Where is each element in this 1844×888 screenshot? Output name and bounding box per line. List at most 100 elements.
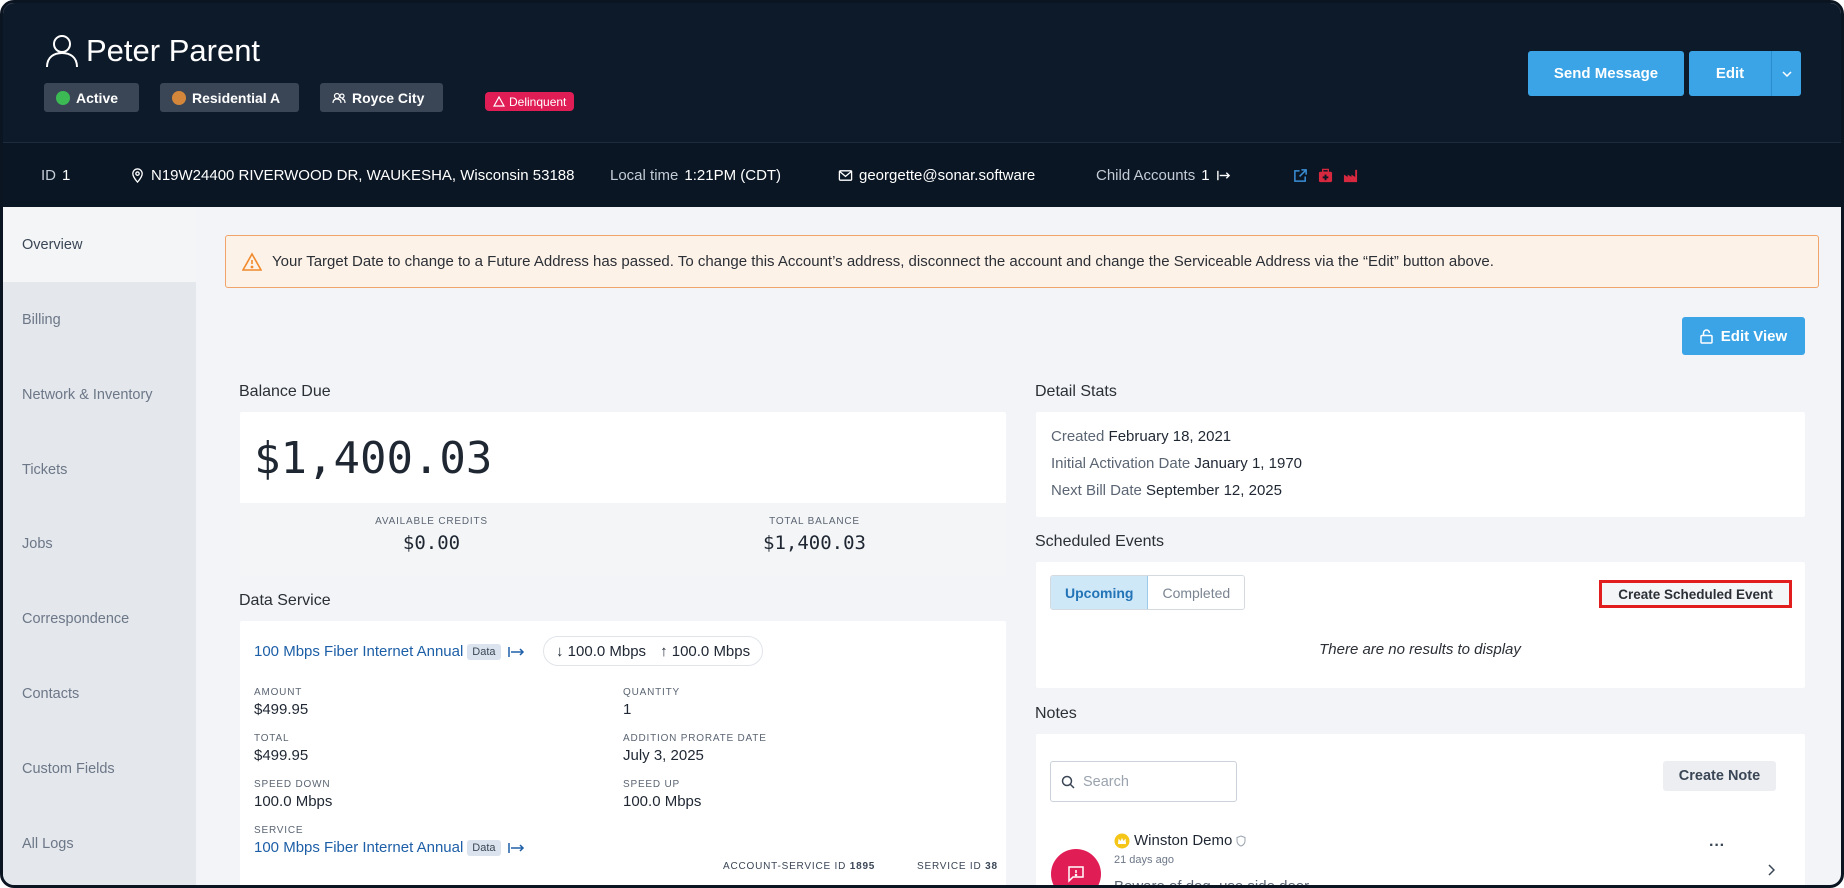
account-service-id: ACCOUNT-SERVICE ID 1895 xyxy=(723,861,875,872)
account-group-badge: Royce City xyxy=(320,83,443,112)
available-credits-label: AVAILABLE CREDITS xyxy=(375,516,488,527)
create-scheduled-event-button[interactable]: Create Scheduled Event xyxy=(1599,580,1792,608)
account-type-label: Residential A xyxy=(192,89,281,106)
local-time: Local time 1:21PM (CDT) xyxy=(610,143,781,208)
account-info-bar: ID 1 N19W24400 RIVERWOOD DR, WAUKESHA, W… xyxy=(3,142,1841,207)
warning-icon xyxy=(493,96,505,107)
arrow-right-to-icon[interactable] xyxy=(507,645,525,659)
sidebar-item-overview[interactable]: Overview xyxy=(3,207,196,282)
edit-view-label: Edit View xyxy=(1720,327,1788,345)
crown-icon xyxy=(1114,833,1130,848)
speed-down-field: SPEED DOWN 100.0 Mbps xyxy=(254,779,332,810)
sidebar-item-billing[interactable]: Billing xyxy=(3,282,196,357)
sidebar-item-all-logs[interactable]: All Logs xyxy=(3,806,196,881)
arrow-right-to-icon[interactable] xyxy=(507,841,525,855)
next-bill-stat: Next Bill Date September 12, 2025 xyxy=(1051,482,1282,499)
service-id-value: 38 xyxy=(985,861,998,872)
quantity-field: QUANTITY 1 xyxy=(623,687,680,718)
notes-title: Notes xyxy=(1035,705,1077,722)
scheduled-events-title: Scheduled Events xyxy=(1035,533,1164,550)
sidebar-item-label: Tickets xyxy=(22,461,68,478)
available-credits-value: $0.00 xyxy=(402,532,461,554)
service-label: SERVICE xyxy=(254,825,304,836)
more-options-icon[interactable]: ··· xyxy=(1709,837,1725,855)
mail-icon xyxy=(838,170,853,181)
service-field: SERVICE 100 Mbps Fiber Internet Annual D… xyxy=(254,825,525,856)
local-time-value: 1:21PM (CDT) xyxy=(684,167,782,184)
account-sidebar: Overview Billing Network & Inventory Tic… xyxy=(3,207,196,885)
sidebar-item-contacts[interactable]: Contacts xyxy=(3,656,196,731)
total-label: TOTAL xyxy=(254,733,290,744)
detail-stats-title: Detail Stats xyxy=(1035,383,1117,400)
sidebar-item-jobs[interactable]: Jobs xyxy=(3,506,196,581)
first-aid-kit-icon[interactable] xyxy=(1318,168,1333,183)
plan-link[interactable]: 100 Mbps Fiber Internet Annual xyxy=(254,643,463,660)
speed-down: ↓ 100.0 Mbps xyxy=(556,642,647,660)
total-value: $499.95 xyxy=(254,747,309,764)
empty-results-text: There are no results to display xyxy=(1319,641,1521,658)
balance-breakdown: AVAILABLE CREDITS $0.00 TOTAL BALANCE $1… xyxy=(240,503,1006,576)
delinquent-label: Delinquent xyxy=(509,94,567,109)
user-icon xyxy=(46,35,78,68)
tab-upcoming-label: Upcoming xyxy=(1065,584,1134,601)
edit-view-button[interactable]: Edit View xyxy=(1682,317,1805,355)
email-text: georgette@sonar.software xyxy=(859,167,1036,184)
account-id-value: 1 xyxy=(62,167,71,184)
sidebar-item-network-inventory[interactable]: Network & Inventory xyxy=(3,357,196,432)
sidebar-item-correspondence[interactable]: Correspondence xyxy=(3,581,196,656)
note-time: 21 days ago xyxy=(1114,854,1174,866)
speed-up: ↑ 100.0 Mbps xyxy=(660,642,751,660)
sidebar-item-label: Custom Fields xyxy=(22,760,115,777)
delinquent-badge: Delinquent xyxy=(485,92,575,111)
send-message-button[interactable]: Send Message xyxy=(1528,51,1684,96)
alert-message-icon xyxy=(1068,866,1084,883)
notes-search-input[interactable]: Search xyxy=(1050,761,1237,802)
create-note-button[interactable]: Create Note xyxy=(1663,761,1776,791)
tab-completed[interactable]: Completed xyxy=(1148,576,1245,609)
quantity-label: QUANTITY xyxy=(623,687,680,698)
account-address: N19W24400 RIVERWOOD DR, WAUKESHA, Wiscon… xyxy=(130,143,574,208)
create-scheduled-event-label: Create Scheduled Event xyxy=(1618,586,1773,602)
service-type-tag: Data xyxy=(467,839,501,856)
account-email[interactable]: georgette@sonar.software xyxy=(838,143,1035,208)
service-type-tag: Data xyxy=(467,643,501,660)
child-accounts[interactable]: Child Accounts 1 xyxy=(1096,143,1231,208)
speed-up-value: 100.0 Mbps xyxy=(671,642,751,660)
edit-button[interactable]: Edit xyxy=(1689,51,1771,96)
external-link-icon[interactable] xyxy=(1293,168,1308,183)
quick-actions xyxy=(1293,143,1358,208)
activation-value: January 1, 1970 xyxy=(1194,455,1302,472)
chevron-down-icon xyxy=(1781,70,1792,77)
local-time-label: Local time xyxy=(610,167,679,184)
speed-up-field-value: 100.0 Mbps xyxy=(623,793,702,810)
note-author-name: Winston Demo xyxy=(1134,832,1233,849)
edit-dropdown-toggle[interactable] xyxy=(1771,51,1801,96)
status-badge-label: Active xyxy=(76,89,119,106)
factory-icon[interactable] xyxy=(1343,168,1358,183)
total-balance-label: TOTAL BALANCE xyxy=(769,516,860,527)
speed-down-label: SPEED DOWN xyxy=(254,779,331,790)
account-service-id-label: ACCOUNT-SERVICE ID xyxy=(723,861,847,872)
data-service-plan: 100 Mbps Fiber Internet Annual Data xyxy=(254,643,525,660)
status-dot-icon xyxy=(56,90,70,105)
account-id: ID 1 xyxy=(41,143,70,208)
group-icon xyxy=(332,92,346,103)
next-bill-label: Next Bill Date xyxy=(1051,482,1142,499)
speed-up-field: SPEED UP 100.0 Mbps xyxy=(623,779,701,810)
account-service-id-value: 1895 xyxy=(849,861,876,872)
tab-completed-label: Completed xyxy=(1162,584,1231,601)
alert-text: Your Target Date to change to a Future A… xyxy=(272,253,1494,270)
chevron-right-icon[interactable] xyxy=(1767,863,1776,881)
warning-icon xyxy=(242,251,262,271)
sidebar-item-tickets[interactable]: Tickets xyxy=(3,432,196,507)
service-link[interactable]: 100 Mbps Fiber Internet Annual xyxy=(254,839,463,856)
address-text: N19W24400 RIVERWOOD DR, WAUKESHA, Wiscon… xyxy=(151,167,575,184)
scheduled-events-tabs: Upcoming Completed xyxy=(1050,575,1246,610)
sidebar-item-custom-fields[interactable]: Custom Fields xyxy=(3,731,196,806)
activation-stat: Initial Activation Date January 1, 1970 xyxy=(1051,455,1302,472)
amount-field: AMOUNT $499.95 xyxy=(254,687,308,718)
lock-icon xyxy=(1700,328,1713,344)
tab-upcoming[interactable]: Upcoming xyxy=(1051,576,1149,609)
arrow-right-to-icon xyxy=(1216,170,1230,181)
sidebar-item-label: Correspondence xyxy=(22,610,130,627)
